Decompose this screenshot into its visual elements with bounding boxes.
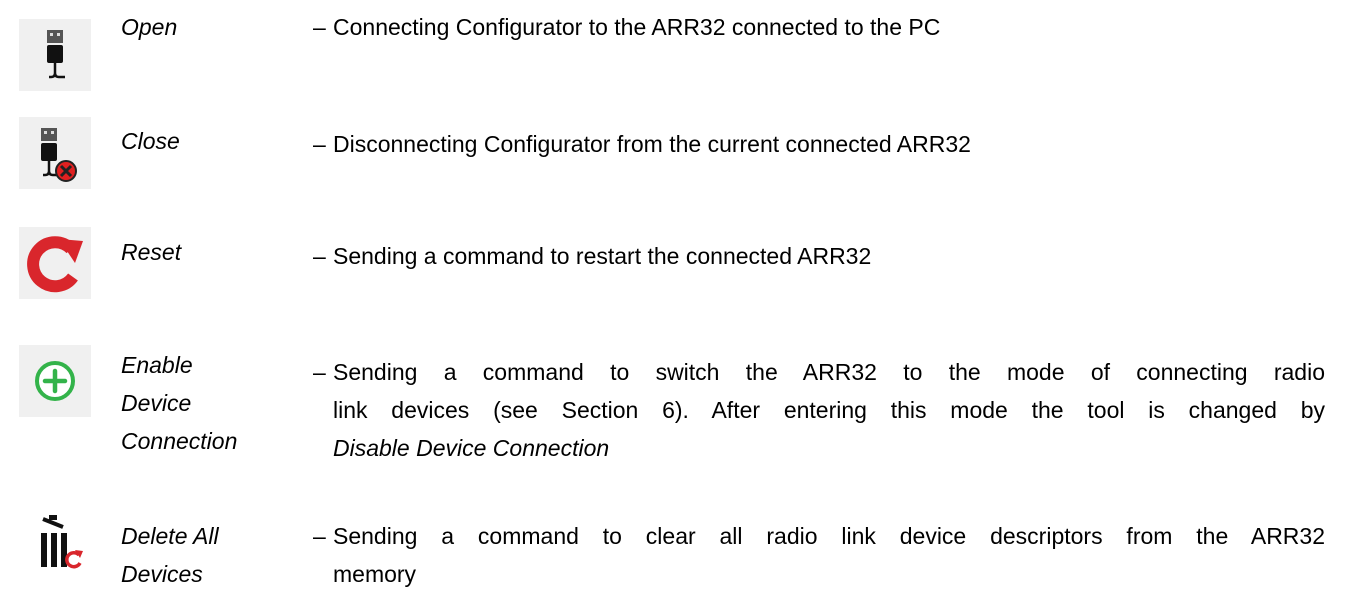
disable-device-connection-text: Disable Device Connection — [333, 435, 610, 461]
tool-description: Disconnecting Configurator from the curr… — [333, 131, 971, 157]
tool-name: Enable Device Connection — [121, 352, 238, 454]
tool-description: Sending a command to clear all radio lin… — [333, 523, 1325, 587]
trash-refresh-icon — [19, 511, 91, 583]
reset-arrow-icon — [19, 227, 91, 299]
dash: – — [313, 359, 326, 385]
usb-plug-icon — [19, 19, 91, 91]
tool-name: Open — [121, 14, 178, 40]
tool-description: Sending a command to switch the ARR32 to… — [333, 353, 1325, 467]
dash: – — [313, 131, 326, 157]
dash: – — [313, 523, 326, 549]
dash: – — [313, 14, 326, 40]
dash: – — [313, 243, 326, 269]
tool-description: Connecting Configurator to the ARR32 con… — [333, 14, 941, 40]
tool-name: Close — [121, 128, 180, 154]
tool-description: Sending a command to restart the connect… — [333, 243, 872, 269]
tool-name: Reset — [121, 239, 182, 265]
usb-plug-disconnect-icon — [19, 117, 91, 189]
plus-circle-icon — [19, 345, 91, 417]
tool-name: Delete All Devices — [121, 523, 219, 587]
